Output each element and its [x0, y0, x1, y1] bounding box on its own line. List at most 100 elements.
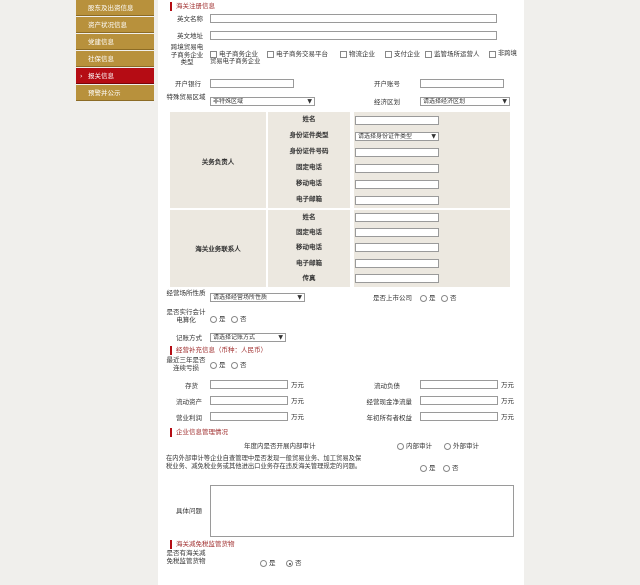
contact-email-input[interactable]	[355, 259, 439, 268]
exemption-yes-radio[interactable]	[260, 560, 267, 567]
loss-yes-radio[interactable]	[210, 362, 217, 369]
computerized-yes-label: 是	[219, 315, 226, 323]
principal-phone-input[interactable]	[355, 164, 439, 173]
account-input[interactable]	[420, 79, 504, 88]
chevron-down-icon: ▼	[307, 98, 312, 105]
principal-name-label: 姓名	[302, 115, 316, 123]
sidebar-item-shareholders[interactable]: 股东及出资信息	[76, 0, 154, 16]
principal-mobile-label: 移动电话	[296, 179, 322, 187]
contact-fax-input[interactable]	[355, 274, 439, 283]
sidebar-item-social-security[interactable]: 社保信息	[76, 51, 154, 67]
principal-id-type-label: 身份证件类型	[289, 131, 329, 139]
principal-group-label: 关务负责人	[201, 158, 235, 166]
operating-profit-input[interactable]	[210, 412, 288, 421]
customs-form: 海关注册信息 英文名称 英文地址 跨境贸易电子商务企业类型 电子商务企业 电子商…	[158, 0, 524, 585]
violation-no-label: 否	[452, 464, 459, 472]
computerized-yes-radio[interactable]	[210, 316, 217, 323]
english-address-input[interactable]	[210, 31, 497, 40]
premises-label: 经营场所性质	[166, 289, 206, 297]
section-title-finance: 经营补充信息（币种：人民币）	[170, 346, 267, 355]
listed-label: 是否上市公司	[373, 294, 412, 302]
contact-phone-label: 固定电话	[296, 228, 322, 236]
computerized-label: 是否实行会计电算化	[166, 308, 206, 324]
equity-input[interactable]	[420, 412, 498, 421]
sidebar-item-warning[interactable]: 预警并公示	[76, 85, 154, 101]
external-audit-label: 外部审计	[453, 442, 479, 450]
loss-yes-label: 是	[219, 361, 226, 369]
principal-email-label: 电子邮箱	[296, 195, 322, 203]
internal-audit-label: 内部审计	[406, 442, 432, 450]
net-cash-input[interactable]	[420, 396, 498, 405]
economic-zone-select[interactable]: 请选择经济区划 ▼	[420, 97, 510, 106]
principal-email-input[interactable]	[355, 196, 439, 205]
principal-id-number-label: 身份证件号码	[289, 147, 329, 155]
chevron-down-icon: ▼	[431, 133, 436, 140]
exemption-no-radio[interactable]	[286, 560, 293, 567]
ecommerce-type-label-5: 非跨境贸易电子商务企业	[210, 50, 517, 65]
inventory-input[interactable]	[210, 380, 288, 389]
principal-name-input[interactable]	[355, 116, 439, 125]
detail-textarea[interactable]	[210, 485, 514, 537]
bank-label: 开户银行	[175, 80, 201, 88]
equity-unit: 万元	[501, 413, 514, 421]
external-audit-radio[interactable]	[444, 443, 451, 450]
sidebar: 股东及出资信息 资产状况信息 党建信息 社保信息 报关信息 预警并公示	[76, 0, 154, 102]
bookkeeping-label: 记账方式	[176, 334, 202, 342]
sidebar-item-customs[interactable]: 报关信息	[76, 68, 154, 84]
current-liabilities-input[interactable]	[420, 380, 498, 389]
operating-profit-label: 营业利润	[176, 414, 202, 422]
current-assets-label: 流动资产	[176, 398, 202, 406]
internal-audit-radio[interactable]	[397, 443, 404, 450]
sidebar-item-assets[interactable]: 资产状况信息	[76, 17, 154, 33]
page: 股东及出资信息 资产状况信息 党建信息 社保信息 报关信息 预警并公示 海关注册…	[0, 0, 640, 585]
contact-group-label: 海关业务联系人	[195, 245, 241, 253]
current-liabilities-unit: 万元	[501, 381, 514, 389]
special-zone-select[interactable]: 非特殊区域 ▼	[210, 97, 315, 106]
principal-id-type-select[interactable]: 请选择身份证件类型 ▼	[355, 132, 439, 141]
contact-name-label: 姓名	[302, 213, 316, 221]
contact-email-label: 电子邮箱	[296, 259, 322, 267]
listed-no-radio[interactable]	[441, 295, 448, 302]
account-label: 开户账号	[374, 80, 400, 88]
net-cash-unit: 万元	[501, 397, 514, 405]
premises-select[interactable]: 请选择经营场所性质 ▼	[210, 293, 305, 302]
economic-zone-label: 经济区划	[374, 98, 400, 106]
chevron-down-icon: ▼	[278, 334, 283, 341]
exemption-yes-label: 是	[269, 559, 276, 567]
loss-no-label: 否	[240, 361, 247, 369]
exemption-no-label: 否	[295, 559, 302, 567]
contact-mobile-label: 移动电话	[296, 243, 322, 251]
principal-id-number-input[interactable]	[355, 148, 439, 157]
section-title-registration: 海关注册信息	[170, 2, 215, 11]
contact-phone-input[interactable]	[355, 228, 439, 237]
listed-yes-radio[interactable]	[420, 295, 427, 302]
listed-yes-label: 是	[429, 294, 436, 302]
english-name-input[interactable]	[210, 14, 497, 23]
table-divider	[350, 112, 354, 287]
inventory-unit: 万元	[291, 381, 304, 389]
principal-phone-label: 固定电话	[296, 163, 322, 171]
sidebar-item-party[interactable]: 党建信息	[76, 34, 154, 50]
violation-yes-label: 是	[429, 464, 436, 472]
loss-no-radio[interactable]	[231, 362, 238, 369]
section-title-exemption: 海关减免税监管货物	[170, 540, 235, 549]
computerized-no-radio[interactable]	[231, 316, 238, 323]
english-name-label: 英文名称	[177, 15, 203, 23]
special-zone-label: 特殊贸易区域	[166, 93, 206, 101]
violation-yes-radio[interactable]	[420, 465, 427, 472]
current-assets-input[interactable]	[210, 396, 288, 405]
violation-question: 在内外部审计等企业自查管理中是否发现一般贸易业务、加工贸易及保税业务、减免税业务…	[166, 455, 362, 470]
contact-name-input[interactable]	[355, 213, 439, 222]
section-title-credit: 企业信息管理情况	[170, 428, 228, 437]
violation-no-radio[interactable]	[443, 465, 450, 472]
inventory-label: 存货	[185, 382, 198, 390]
audit-question: 年度内是否开展内部审计	[244, 442, 316, 450]
bookkeeping-select[interactable]: 请选择记账方式 ▼	[210, 333, 286, 342]
detail-label: 具体问题	[176, 507, 202, 515]
principal-mobile-input[interactable]	[355, 180, 439, 189]
equity-label: 年初所有者权益	[366, 414, 413, 422]
computerized-no-label: 否	[240, 315, 247, 323]
contact-mobile-input[interactable]	[355, 243, 439, 252]
chevron-down-icon: ▼	[297, 294, 302, 301]
bank-input[interactable]	[210, 79, 294, 88]
